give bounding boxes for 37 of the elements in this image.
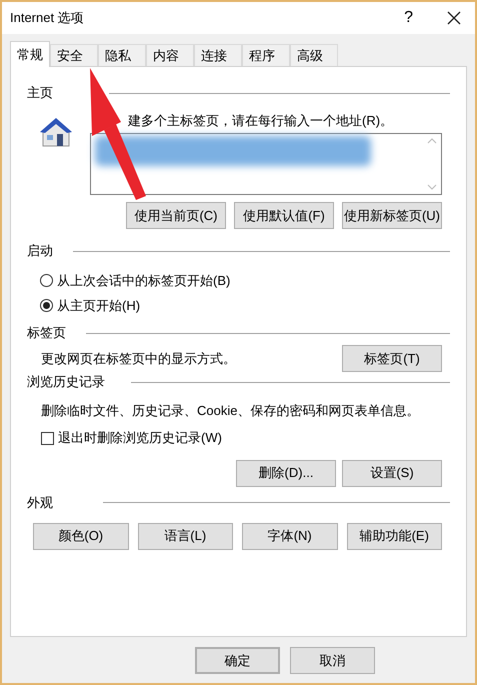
section-heading: 标签页 <box>27 324 66 342</box>
description-text: 删除临时文件、历史记录、Cookie、保存的密码和网页表单信息。 <box>40 402 420 420</box>
button[interactable]: 使用默认值(F) <box>234 202 334 229</box>
checkbox[interactable] <box>41 432 54 444</box>
radio-label: 从主页开始(H) <box>57 296 140 315</box>
tab[interactable]: 隐私 <box>98 44 146 66</box>
button[interactable]: 确定 <box>195 647 280 674</box>
house-icon <box>39 117 73 147</box>
button[interactable]: 删除(D)... <box>236 460 336 486</box>
description-text: 更改网页在标签页中的显示方式。 <box>41 350 236 368</box>
button[interactable]: 颜色(O) <box>33 522 128 550</box>
button[interactable]: 使用当前页(C) <box>126 202 226 229</box>
section-heading: 外观 <box>27 494 53 512</box>
checkbox-label: 退出时删除浏览历史记录(W) <box>58 429 222 448</box>
instruction-text: 建多个主标签页，请在每行输入一个地址(R)。 <box>128 112 394 130</box>
tab[interactable]: 高级 <box>290 44 338 66</box>
button[interactable]: 设置(S) <box>342 460 442 486</box>
tab[interactable]: 连接 <box>194 44 242 66</box>
radio-button[interactable] <box>40 299 53 312</box>
close-icon[interactable] <box>447 11 461 25</box>
radio-button[interactable] <box>40 274 53 287</box>
section-heading: 主页 <box>27 84 53 102</box>
tab[interactable]: 程序 <box>242 44 290 66</box>
section-heading: 浏览历史记录 <box>27 373 105 392</box>
tab[interactable]: 内容 <box>146 44 194 66</box>
window-title: Internet 选项 <box>10 9 85 28</box>
help-button[interactable]: ? <box>404 6 413 30</box>
tab[interactable]: 安全 <box>50 44 98 66</box>
button[interactable]: 语言(L) <box>138 522 233 550</box>
radio-label: 从上次会话中的标签页开始(B) <box>57 272 230 290</box>
button[interactable]: 字体(N) <box>242 522 338 550</box>
button[interactable]: 使用新标签页(U) <box>342 202 442 229</box>
button[interactable]: 标签页(T) <box>342 345 442 372</box>
section-heading: 启动 <box>27 242 53 260</box>
tab[interactable]: 常规 <box>10 41 50 67</box>
button[interactable]: 辅助功能(E) <box>346 522 442 550</box>
button[interactable]: 取消 <box>290 647 375 674</box>
